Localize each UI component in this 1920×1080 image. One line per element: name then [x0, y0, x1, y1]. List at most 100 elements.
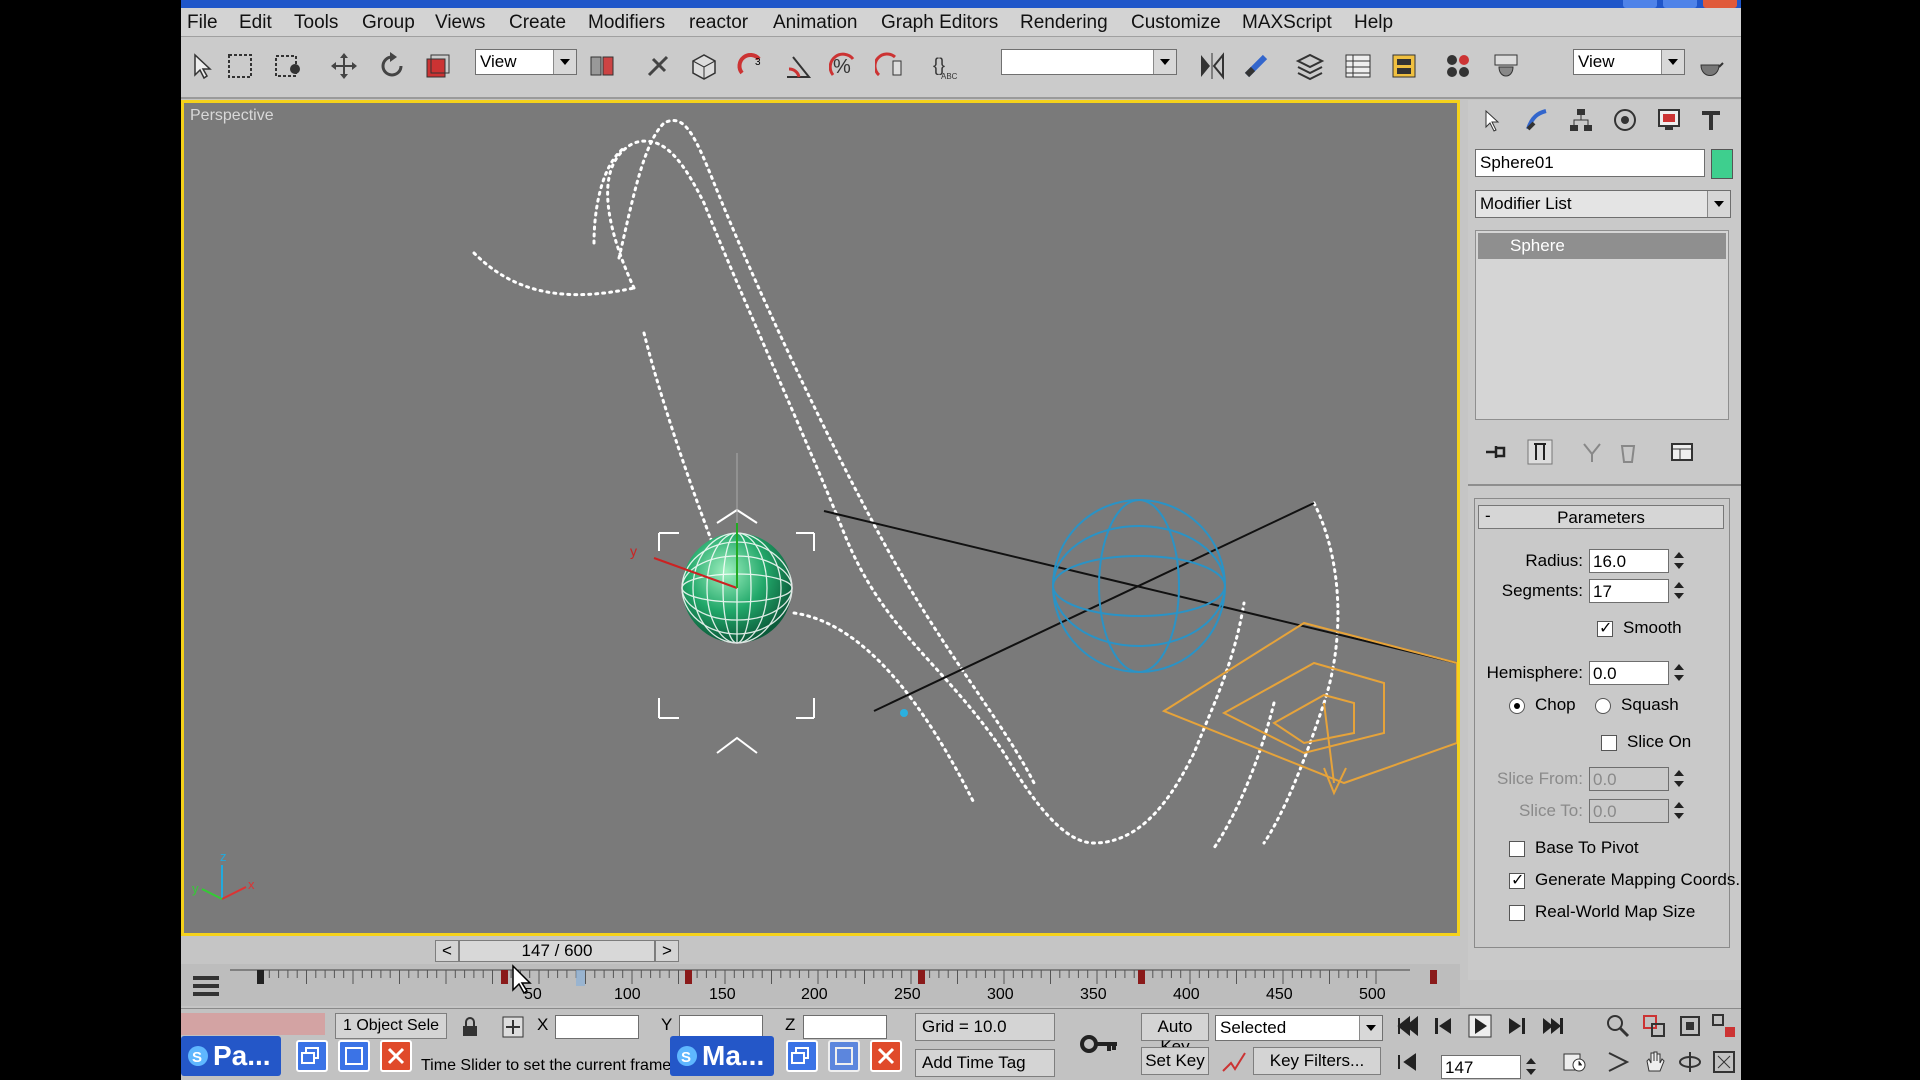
- auto-key-button[interactable]: Auto Key: [1141, 1013, 1209, 1056]
- squash-radio[interactable]: [1595, 698, 1611, 714]
- mirror-icon[interactable]: [1195, 47, 1229, 85]
- menu-views[interactable]: Views: [435, 12, 485, 34]
- select-and-link-icon[interactable]: [641, 47, 675, 85]
- motion-tab-icon[interactable]: [1606, 104, 1644, 136]
- menu-file[interactable]: File: [187, 12, 218, 34]
- curve-editor-icon[interactable]: [1341, 47, 1375, 85]
- select-object-icon[interactable]: [185, 47, 219, 85]
- taskbar-app-1-restore-button[interactable]: [296, 1040, 328, 1072]
- lock-selection-icon[interactable]: [461, 1017, 479, 1037]
- default-tangent-icon[interactable]: [1221, 1051, 1247, 1075]
- quick-render-icon[interactable]: [1693, 47, 1727, 85]
- menu-maxscript[interactable]: MAXScript: [1242, 12, 1332, 34]
- taskbar-app-1[interactable]: S Pa...: [181, 1036, 281, 1076]
- current-frame-input[interactable]: 147: [1441, 1055, 1521, 1079]
- slice-from-input[interactable]: 0.0: [1589, 767, 1669, 791]
- x-coordinate-input[interactable]: [555, 1015, 639, 1039]
- parameters-rollout-header[interactable]: - Parameters: [1478, 505, 1724, 529]
- arc-rotate-icon[interactable]: [1677, 1049, 1703, 1075]
- angle-snap-icon[interactable]: [781, 47, 815, 85]
- taskbar-app-1-close-button[interactable]: [380, 1040, 412, 1072]
- zoom-all-icon[interactable]: [1641, 1013, 1667, 1039]
- time-slider[interactable]: < 147 / 600 >: [181, 938, 1460, 964]
- select-by-name-icon[interactable]: [271, 47, 305, 85]
- snap-3d-icon[interactable]: 3: [735, 47, 769, 85]
- spinner-arrows-icon[interactable]: [1673, 767, 1685, 791]
- material-editor-icon[interactable]: [1441, 47, 1475, 85]
- zoom-icon[interactable]: [1605, 1013, 1631, 1039]
- prev-frame-arrow[interactable]: <: [435, 940, 459, 962]
- go-to-start-icon[interactable]: [1395, 1013, 1421, 1039]
- perspective-viewport[interactable]: Perspective y z x y: [181, 100, 1460, 936]
- modifier-list-dropdown[interactable]: Modifier List: [1475, 190, 1731, 218]
- maximize-viewport-icon[interactable]: [1711, 1049, 1737, 1075]
- taskbar-app-1-maximize-button[interactable]: [338, 1040, 370, 1072]
- display-tab-icon[interactable]: [1650, 104, 1688, 136]
- spinner-snap-icon[interactable]: [873, 47, 907, 85]
- maxscript-listener-mini[interactable]: [181, 1013, 325, 1035]
- key-mode-toggle-icon[interactable]: [1395, 1049, 1421, 1075]
- create-tab-icon[interactable]: [1474, 104, 1512, 136]
- next-frame-arrow[interactable]: >: [655, 940, 679, 962]
- menu-group[interactable]: Group: [362, 12, 415, 34]
- field-of-view-icon[interactable]: [1605, 1049, 1631, 1075]
- chop-radio[interactable]: [1509, 698, 1525, 714]
- smooth-checkbox[interactable]: [1597, 618, 1613, 638]
- menu-rendering[interactable]: Rendering: [1020, 12, 1108, 34]
- taskbar-app-2[interactable]: S Ma...: [670, 1036, 774, 1076]
- spinner-arrows-icon[interactable]: [1525, 1055, 1537, 1079]
- stack-item-sphere[interactable]: Sphere: [1478, 233, 1726, 259]
- set-key-mode-icon[interactable]: [1079, 1031, 1119, 1057]
- real-world-map-checkbox[interactable]: [1509, 905, 1525, 921]
- go-to-end-icon[interactable]: [1539, 1013, 1565, 1039]
- menu-modifiers[interactable]: Modifiers: [588, 12, 665, 34]
- generate-mapping-checkbox[interactable]: [1509, 870, 1525, 890]
- pan-hand-icon[interactable]: [1641, 1049, 1667, 1075]
- hierarchy-tab-icon[interactable]: [1562, 104, 1600, 136]
- segments-input[interactable]: 17: [1589, 579, 1669, 603]
- slice-on-checkbox[interactable]: [1601, 735, 1617, 751]
- slice-to-input[interactable]: 0.0: [1589, 799, 1669, 823]
- menu-graph-editors[interactable]: Graph Editors: [881, 12, 998, 34]
- spinner-arrows-icon[interactable]: [1673, 549, 1685, 573]
- base-to-pivot-checkbox[interactable]: [1509, 841, 1525, 857]
- layer-manager-icon[interactable]: [1293, 47, 1327, 85]
- radius-input[interactable]: 16.0: [1589, 549, 1669, 573]
- menu-create[interactable]: Create: [509, 12, 566, 34]
- time-configuration-icon[interactable]: [1561, 1049, 1587, 1075]
- next-frame-icon[interactable]: [1503, 1013, 1529, 1039]
- key-filters-button[interactable]: Key Filters...: [1253, 1047, 1381, 1075]
- spinner-arrows-icon[interactable]: [1673, 661, 1685, 685]
- configure-modifier-sets-icon[interactable]: [1668, 438, 1696, 466]
- close-button[interactable]: [1703, 0, 1737, 8]
- pivot-center-icon[interactable]: [585, 47, 619, 85]
- edit-named-selection-icon[interactable]: {} ABC: [929, 47, 963, 85]
- play-icon[interactable]: [1467, 1013, 1493, 1039]
- modifier-stack[interactable]: Sphere: [1475, 230, 1729, 420]
- spinner-arrows-icon[interactable]: [1673, 579, 1685, 603]
- mini-curve-editor-icon[interactable]: [191, 970, 221, 1000]
- modify-tab-icon[interactable]: [1518, 104, 1556, 136]
- rollout-collapse-toggle[interactable]: -: [1485, 506, 1491, 526]
- taskbar-app-2-maximize-button[interactable]: [828, 1040, 860, 1072]
- rotate-icon[interactable]: [375, 47, 409, 85]
- spinner-arrows-icon[interactable]: [1673, 799, 1685, 823]
- hemisphere-input[interactable]: 0.0: [1589, 661, 1669, 685]
- move-icon[interactable]: [327, 47, 361, 85]
- menu-animation[interactable]: Animation: [773, 12, 858, 34]
- key-mode-select[interactable]: Selected: [1215, 1015, 1383, 1041]
- menu-help[interactable]: Help: [1354, 12, 1393, 34]
- render-view-select[interactable]: View: [1573, 49, 1685, 75]
- utilities-tab-icon[interactable]: [1692, 104, 1730, 136]
- reference-coordinate-select[interactable]: View: [475, 49, 577, 75]
- align-icon[interactable]: [1239, 47, 1273, 85]
- pin-stack-icon[interactable]: [1482, 438, 1510, 466]
- track-bar[interactable]: 50 100 150 200 250 300 350 400 450 500: [181, 964, 1460, 1006]
- scale-icon[interactable]: [421, 47, 455, 85]
- object-color-swatch[interactable]: [1711, 149, 1733, 179]
- set-key-button[interactable]: Set Key: [1141, 1047, 1209, 1075]
- taskbar-app-2-close-button[interactable]: [870, 1040, 902, 1072]
- taskbar-app-2-restore-button[interactable]: [786, 1040, 818, 1072]
- time-slider-thumb[interactable]: 147 / 600: [459, 940, 655, 962]
- remove-modifier-icon[interactable]: [1614, 438, 1642, 466]
